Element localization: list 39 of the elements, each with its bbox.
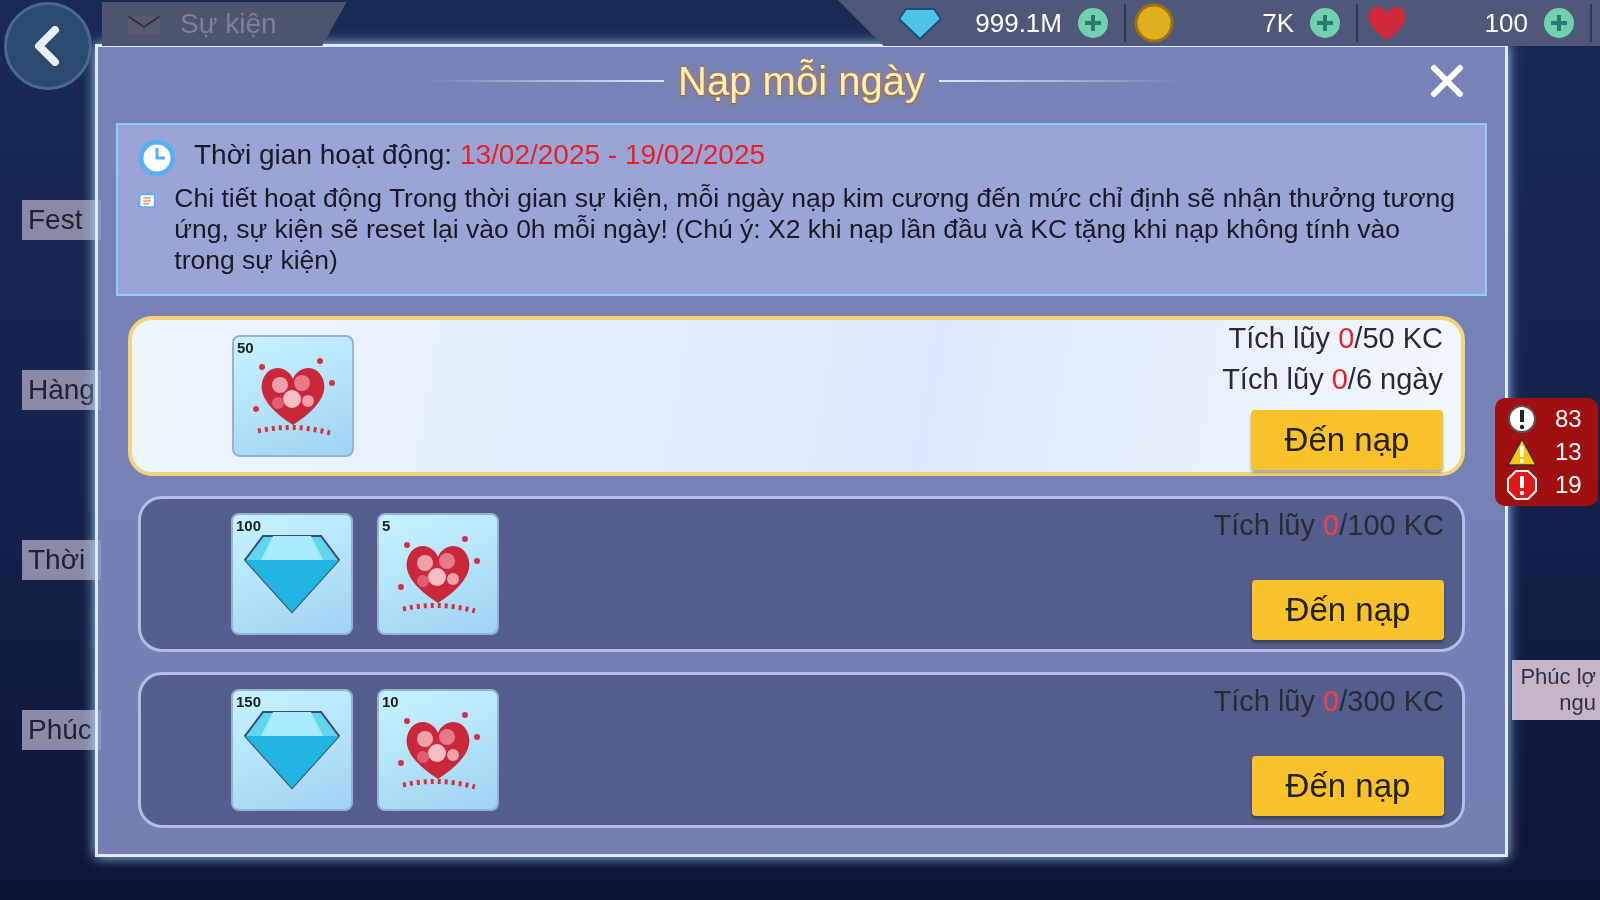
progress-text: Tích lũy 0/300 KC: [1213, 684, 1444, 718]
recharge-button[interactable]: Đến nạp: [1252, 579, 1444, 640]
dialog-title: Nạp mỗi ngày: [678, 58, 925, 104]
plus-icon: [1315, 13, 1335, 33]
diamond-icon: [243, 710, 341, 790]
event-time-text: Thời gian hoạt động: 13/02/2025 - 19/02/2025: [194, 139, 766, 171]
clock-icon: [138, 139, 176, 177]
menu-label[interactable]: Phúc lợ ngu: [1512, 660, 1600, 720]
add-button[interactable]: [1078, 8, 1108, 38]
error-icon: [1507, 470, 1537, 500]
reward-item[interactable]: 150: [231, 689, 353, 811]
plus-icon: [1083, 13, 1103, 33]
recharge-button[interactable]: Đến nạp: [1251, 410, 1443, 470]
currency-amount: 7K: [1261, 7, 1295, 39]
add-button[interactable]: [1544, 8, 1574, 38]
recharge-button[interactable]: Đến nạp: [1252, 755, 1444, 816]
currency-amount: 100: [1483, 7, 1529, 39]
heart-icon: [1366, 4, 1408, 42]
reward-item[interactable]: 100: [231, 513, 353, 635]
plus-icon: [1549, 13, 1569, 33]
info-exclamation-icon: [1507, 404, 1537, 434]
event-details-text: Chi tiết hoạt động Trong thời gian sự kiện, mỗi ngày nạp kim cương đến mức chỉ định sẽ nhận thưởng tương ứng, sự kiện sẽ reset lại vào 0h mỗi ngày! (Chú ý: X2 khi nạp lần đầu và KC tặng khi nạp không tính vào trong sự kiện): [174, 183, 1456, 276]
coin-icon: [1134, 3, 1174, 43]
diamond-icon: [898, 6, 942, 40]
progress-text: Tích lũy 0/50 KC: [1228, 322, 1443, 355]
reward-item[interactable]: 5: [377, 513, 499, 635]
close-icon: [1430, 64, 1464, 98]
add-button[interactable]: [1310, 8, 1340, 38]
reward-item[interactable]: 10: [377, 689, 499, 811]
warning-icon: [1507, 438, 1537, 466]
progress-text: Tích lũy 0/100 KC: [1213, 508, 1444, 542]
envelope-icon: [126, 12, 162, 36]
log-count: 83: [1555, 405, 1582, 433]
progress-text: Tích lũy 0/6 ngày: [1222, 363, 1443, 396]
log-count: 19: [1555, 471, 1582, 499]
log-count: 13: [1555, 438, 1582, 466]
currency-amount: 999.1M: [974, 7, 1063, 39]
diamond-icon: [243, 534, 341, 614]
reward-item[interactable]: 50: [232, 335, 354, 457]
